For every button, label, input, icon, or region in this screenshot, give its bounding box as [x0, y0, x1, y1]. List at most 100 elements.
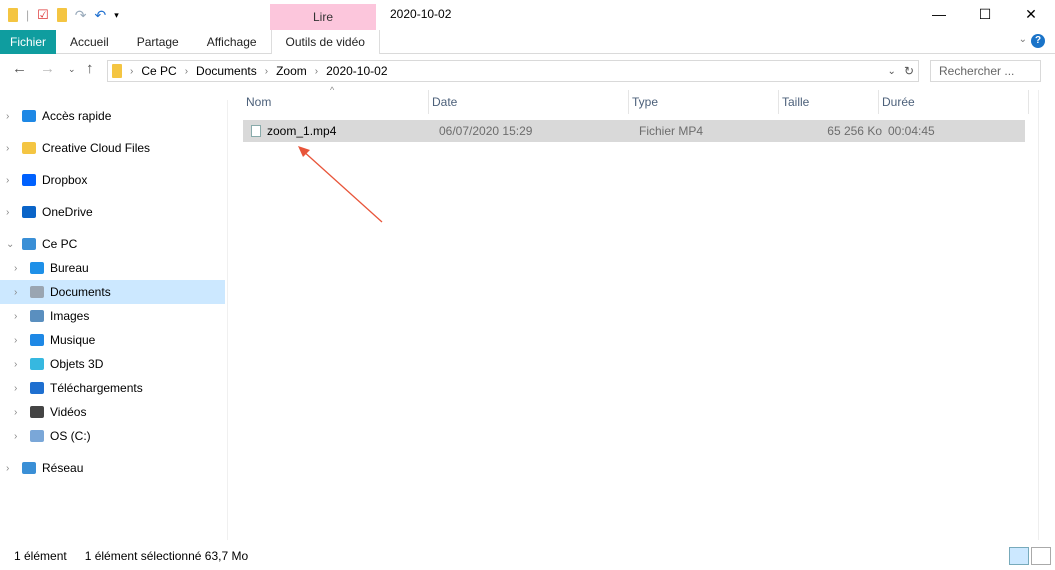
chevron-right-icon[interactable]: › [14, 359, 24, 370]
expand-ribbon-icon[interactable]: ⌄ [1019, 34, 1027, 45]
chevron-right-icon: › [264, 65, 269, 77]
music-icon [30, 334, 44, 346]
tab-accueil[interactable]: Accueil [56, 30, 123, 54]
column-headers: Nom Date Type Taille Durée [243, 90, 1029, 114]
close-button[interactable]: ✕ [1008, 0, 1054, 28]
file-name: zoom_1.mp4 [267, 124, 337, 138]
forward-icon[interactable]: → [40, 60, 55, 77]
navigation-pane: › Accès rapide › Creative Cloud Files › Dropb… [0, 100, 228, 540]
vertical-scrollbar[interactable] [1038, 90, 1055, 540]
item-count: 1 élément [14, 549, 67, 563]
column-header-date[interactable]: Date [429, 90, 629, 114]
folder-icon [112, 64, 122, 78]
images-icon [30, 310, 44, 322]
cube-icon [30, 358, 44, 370]
window-title: 2020-10-02 [390, 7, 452, 21]
breadcrumb-item[interactable]: Documents [196, 64, 257, 78]
creative-cloud-icon [22, 142, 36, 154]
chevron-right-icon[interactable]: › [14, 311, 24, 322]
breadcrumb-item[interactable]: Zoom [276, 64, 307, 78]
file-type: Fichier MP4 [639, 124, 704, 138]
column-header-duree[interactable]: Durée [879, 90, 1029, 114]
customize-dropdown-icon[interactable]: ▾ [114, 10, 119, 21]
chevron-right-icon[interactable]: › [14, 383, 24, 394]
tab-partage[interactable]: Partage [123, 30, 193, 54]
sidebar-item-os-c-[interactable]: › OS (C:) [0, 424, 225, 448]
sidebar-item-vid-os[interactable]: › Vidéos [0, 400, 225, 424]
back-icon[interactable]: ← [12, 60, 27, 77]
onedrive-icon [22, 206, 36, 218]
quick-access-toolbar: | ☑ ↷ ↶ ▾ [8, 6, 119, 24]
details-view-button[interactable] [1009, 547, 1029, 565]
chevron-right-icon[interactable]: › [6, 143, 16, 154]
sidebar-item-acc-s-rapide[interactable]: › Accès rapide [0, 104, 225, 128]
help-icon[interactable]: ? [1031, 34, 1045, 48]
separator: | [26, 8, 30, 22]
redo-icon[interactable]: ↷ [75, 7, 87, 24]
sidebar-item-label: Dropbox [42, 173, 88, 187]
address-dropdown-icon[interactable]: ⌄ [888, 66, 896, 77]
chevron-right-icon: › [314, 65, 319, 77]
chevron-right-icon: › [184, 65, 189, 77]
minimize-button[interactable]: — [916, 0, 962, 28]
sidebar-item-documents[interactable]: › Documents [0, 280, 225, 304]
chevron-down-icon[interactable]: ⌄ [6, 239, 16, 250]
sidebar-item-label: OS (C:) [50, 429, 91, 443]
up-icon[interactable]: ↑ [86, 60, 94, 77]
sidebar-item-creative-cloud-files[interactable]: › Creative Cloud Files [0, 136, 225, 160]
network-icon [22, 462, 36, 474]
sidebar-item-label: Objets 3D [50, 357, 104, 371]
chevron-right-icon[interactable]: › [14, 431, 24, 442]
maximize-button[interactable]: ☐ [962, 0, 1008, 28]
chevron-right-icon[interactable]: › [6, 111, 16, 122]
tab-outils-de-video[interactable]: Outils de vidéo [270, 30, 380, 54]
tab-fichier[interactable]: Fichier [0, 30, 56, 54]
sidebar-item-ce-pc[interactable]: ⌄ Ce PC [0, 232, 225, 256]
sidebar-item-objets-3d[interactable]: › Objets 3D [0, 352, 225, 376]
sidebar-item-t-l-chargements[interactable]: › Téléchargements [0, 376, 225, 400]
file-row[interactable]: zoom_1.mp4 06/07/2020 15:29 Fichier MP4 … [243, 120, 1025, 142]
refresh-icon[interactable]: ↻ [904, 64, 918, 78]
file-size: 65 256 Ko [827, 124, 882, 138]
sidebar-item-r-seau[interactable]: › Réseau [0, 456, 225, 480]
sidebar-item-label: Documents [50, 285, 111, 299]
sidebar-item-musique[interactable]: › Musique [0, 328, 225, 352]
sidebar-item-label: Musique [50, 333, 96, 347]
address-bar[interactable]: › Ce PC › Documents › Zoom › 2020-10-02 … [107, 60, 919, 82]
search-input[interactable]: Rechercher ... [930, 60, 1041, 82]
chevron-right-icon[interactable]: › [6, 175, 16, 186]
chevron-right-icon: › [130, 65, 134, 77]
undo-icon[interactable]: ↶ [95, 7, 107, 24]
star-icon [22, 110, 36, 122]
documents-icon [30, 286, 44, 298]
properties-icon[interactable]: ☑ [37, 7, 49, 23]
ribbon-tabs: Fichier Accueil Partage Affichage Outils… [0, 30, 1055, 54]
column-header-type[interactable]: Type [629, 90, 779, 114]
sidebar-item-label: Bureau [50, 261, 89, 275]
drive-icon [30, 430, 44, 442]
sidebar-item-images[interactable]: › Images [0, 304, 225, 328]
sidebar-item-dropbox[interactable]: › Dropbox [0, 168, 225, 192]
folder-icon [8, 8, 18, 22]
breadcrumb-item[interactable]: 2020-10-02 [326, 64, 387, 78]
sidebar-item-bureau[interactable]: › Bureau [0, 256, 225, 280]
new-folder-icon[interactable] [56, 8, 67, 22]
tab-affichage[interactable]: Affichage [193, 30, 271, 54]
sidebar-item-label: Réseau [42, 461, 84, 475]
chevron-right-icon[interactable]: › [14, 407, 24, 418]
chevron-right-icon[interactable]: › [14, 287, 24, 298]
chevron-right-icon[interactable]: › [6, 463, 16, 474]
sidebar-item-onedrive[interactable]: › OneDrive [0, 200, 225, 224]
chevron-right-icon[interactable]: › [14, 335, 24, 346]
column-header-taille[interactable]: Taille [779, 90, 879, 114]
breadcrumb-item[interactable]: Ce PC [141, 64, 176, 78]
recent-dropdown-icon[interactable]: ⌄ [68, 64, 76, 75]
download-icon [30, 382, 44, 394]
sidebar-item-label: Images [50, 309, 90, 323]
sidebar-item-label: OneDrive [42, 205, 93, 219]
chevron-right-icon[interactable]: › [6, 207, 16, 218]
chevron-right-icon[interactable]: › [14, 263, 24, 274]
column-header-nom[interactable]: Nom [243, 90, 429, 114]
desktop-icon [30, 262, 44, 274]
large-icons-view-button[interactable] [1031, 547, 1051, 565]
